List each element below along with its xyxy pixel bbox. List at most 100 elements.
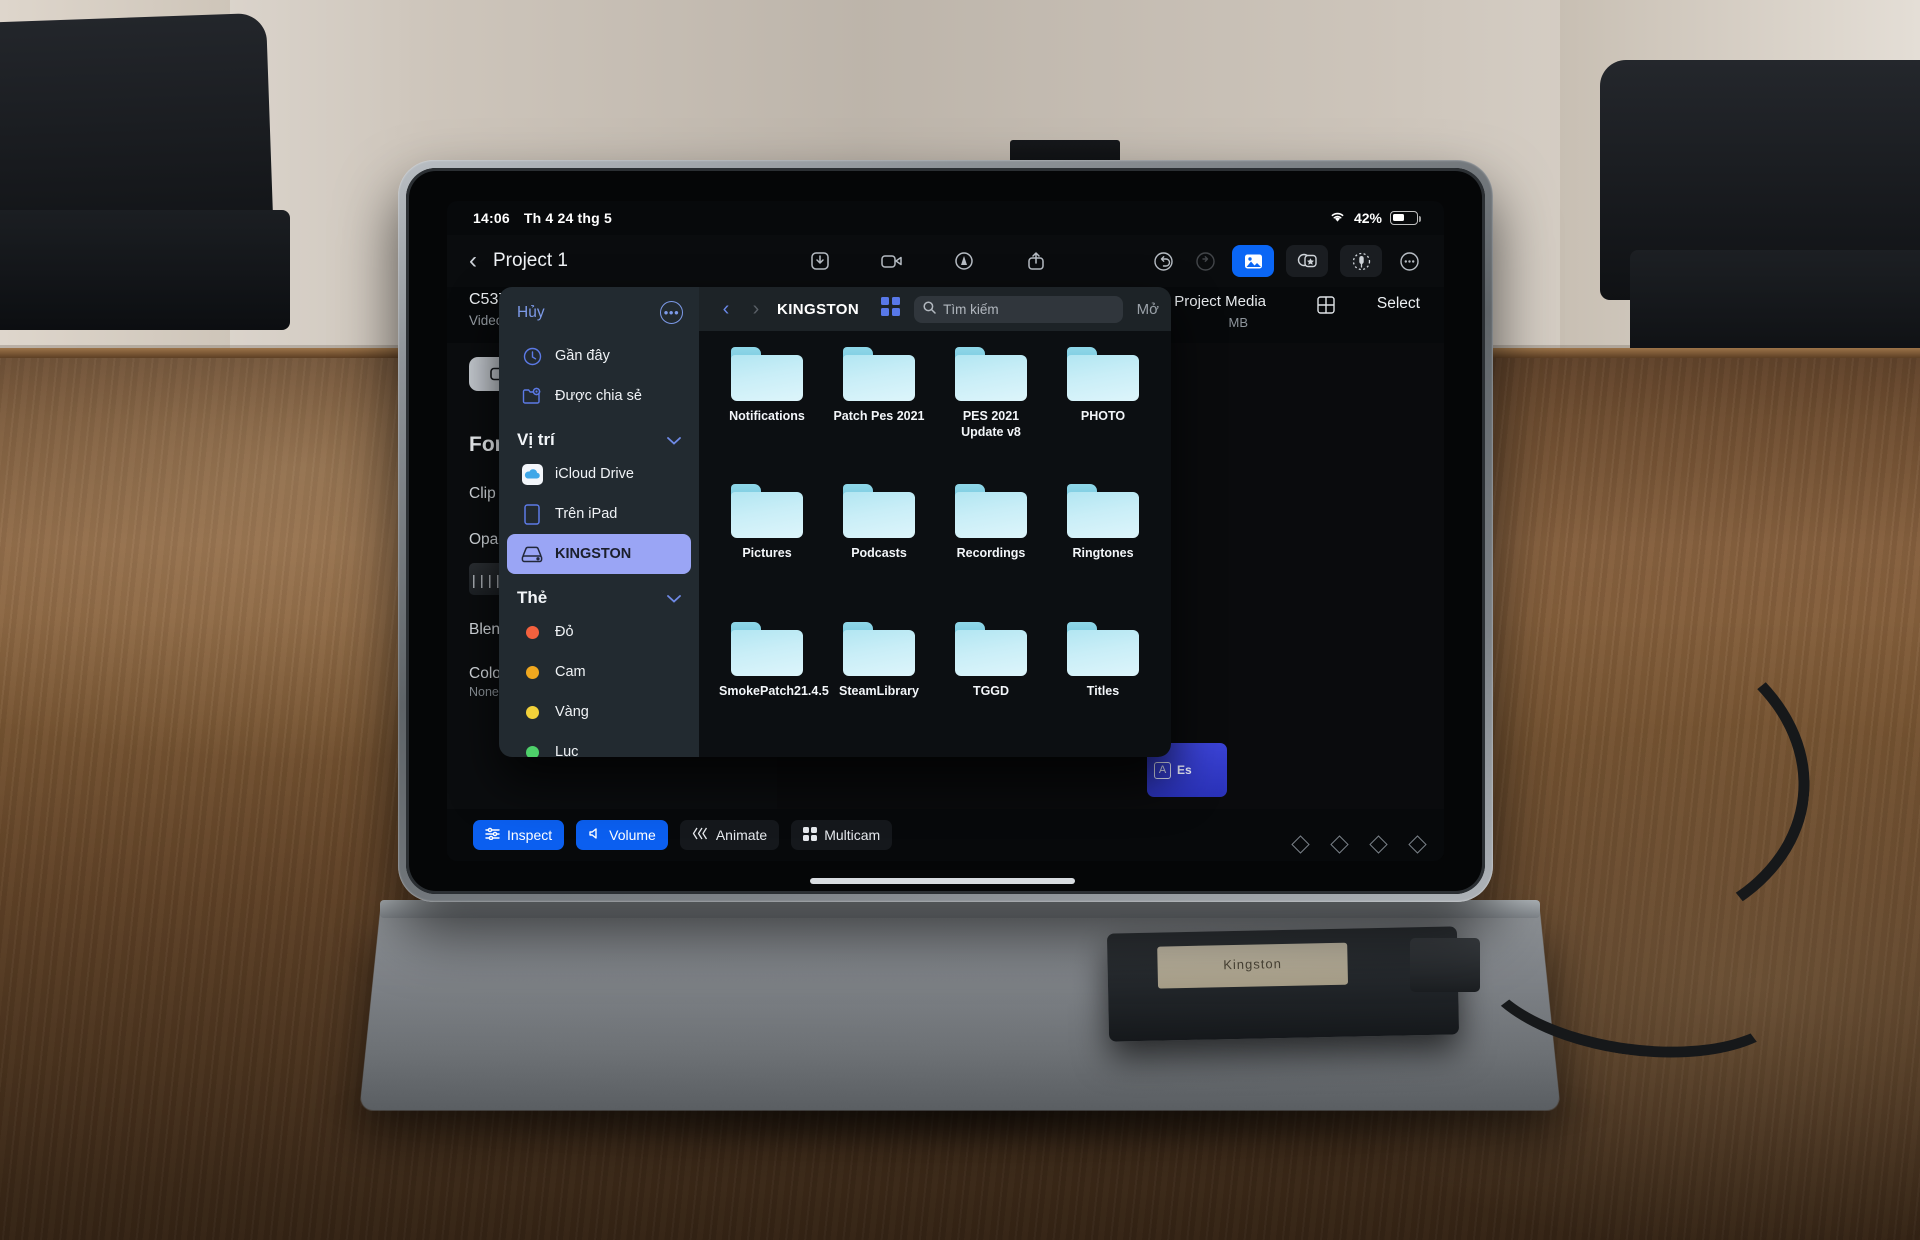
tag-item-red[interactable]: Đỏ	[507, 612, 691, 652]
ipad-screen: 14:06 Th 4 24 thg 5 42% ‹ Project 1 C537…	[447, 201, 1444, 861]
folder-icon	[1067, 484, 1139, 538]
photos-icon[interactable]	[1232, 245, 1274, 277]
folder-label: Notifications	[729, 409, 805, 425]
nav-forward-icon[interactable]: ›	[741, 298, 771, 321]
keyframe-marker[interactable]	[1369, 835, 1387, 853]
open-button[interactable]: Mở	[1137, 301, 1159, 318]
tags-heading: Thẻ	[517, 588, 547, 608]
sidebar-item-kingston[interactable]: KINGSTON	[507, 534, 691, 574]
more-icon[interactable]	[1394, 246, 1424, 276]
redo-icon[interactable]	[1190, 246, 1220, 276]
import-icon[interactable]	[805, 246, 835, 276]
files-picker-sheet: Hủy ••• Gần đây Được chia sẻ Vị trí iClo…	[499, 287, 1171, 757]
wifi-icon	[1329, 210, 1346, 226]
kingston-ssd: Kingston	[1107, 926, 1459, 1041]
sidebar-item-recents[interactable]: Gần đây	[507, 336, 691, 376]
battery-icon	[1390, 211, 1418, 225]
keyframe-marker[interactable]	[1330, 835, 1348, 853]
annotate-icon[interactable]	[949, 246, 979, 276]
audio-icon[interactable]	[1340, 245, 1382, 277]
folder-icon	[843, 347, 915, 401]
files-picker-navbar: ‹ › KINGSTON Tìm kiếm Mở	[699, 287, 1171, 331]
button-label: Inspect	[507, 827, 552, 843]
tags-section-header[interactable]: Thẻ	[499, 574, 699, 612]
tag-dot-icon	[521, 741, 543, 757]
folder-item[interactable]: Recordings	[935, 478, 1047, 615]
ssd-label-plate: Kingston	[1157, 943, 1348, 989]
chevron-down-icon[interactable]	[667, 433, 681, 448]
timeline-clip-label: Es	[1177, 763, 1192, 777]
grid-icon[interactable]	[1316, 295, 1336, 320]
keyframe-marker[interactable]	[1291, 835, 1309, 853]
keyframe-marker[interactable]	[1408, 835, 1426, 853]
tag-label: Cam	[555, 664, 586, 680]
grid4-icon	[803, 827, 817, 844]
inspect-button[interactable]: Inspect	[473, 820, 564, 850]
folder-item[interactable]: SteamLibrary	[823, 616, 935, 753]
folder-icon	[1067, 347, 1139, 401]
button-label: Volume	[609, 827, 656, 843]
share-icon[interactable]	[1021, 246, 1051, 276]
photo-scene: Kingston 14:06 Th 4 24 thg 5 42% ‹ Proje…	[0, 0, 1920, 1240]
folder-item[interactable]: SmokePatch21.4.5	[711, 616, 823, 753]
folder-item[interactable]: Titles	[1047, 616, 1159, 753]
nav-back-icon[interactable]: ‹	[711, 298, 741, 321]
back-icon[interactable]: ‹	[469, 249, 477, 273]
tag-item-green[interactable]: Lục	[507, 732, 691, 757]
timeline-keyframe-markers	[1294, 838, 1424, 851]
ssd-usb-plug	[1410, 938, 1480, 992]
tag-item-yellow[interactable]: Vàng	[507, 692, 691, 732]
search-icon	[923, 301, 936, 317]
keyframe-icon	[692, 827, 709, 843]
folder-label: TGGD	[973, 684, 1009, 700]
status-time: 14:06	[473, 210, 510, 226]
tag-item-orange[interactable]: Cam	[507, 652, 691, 692]
shared-folder-icon	[521, 385, 543, 407]
sidebar-item-on-ipad[interactable]: Trên iPad	[507, 494, 691, 534]
home-indicator[interactable]	[810, 878, 1075, 884]
sidebar-item-icloud-drive[interactable]: iCloud Drive	[507, 454, 691, 494]
folder-item[interactable]: Notifications	[711, 341, 823, 478]
more-circle-icon[interactable]: •••	[660, 301, 683, 324]
folder-label: SmokePatch21.4.5	[719, 684, 815, 700]
stickers-icon[interactable]	[1286, 245, 1328, 277]
cancel-button[interactable]: Hủy	[517, 304, 545, 322]
folder-item[interactable]: Pictures	[711, 478, 823, 615]
tag-label: Lục	[555, 744, 578, 757]
folder-label: Patch Pes 2021	[833, 409, 924, 425]
sidebar-item-shared[interactable]: Được chia sẻ	[507, 376, 691, 416]
multicam-button[interactable]: Multicam	[791, 820, 892, 850]
ipad-icon	[521, 503, 543, 525]
locations-section-header[interactable]: Vị trí	[499, 416, 699, 454]
grid-view-icon[interactable]	[881, 297, 900, 321]
battery-percent-label: 42%	[1354, 210, 1382, 226]
folder-item[interactable]: PES 2021 Update v8	[935, 341, 1047, 478]
search-input[interactable]: Tìm kiếm	[914, 296, 1123, 323]
video-camera-icon[interactable]	[877, 246, 907, 276]
page-title: Project 1	[493, 250, 568, 272]
folder-icon	[731, 622, 803, 676]
folder-icon	[843, 484, 915, 538]
tag-dot-icon	[521, 621, 543, 643]
folder-item[interactable]: Patch Pes 2021	[823, 341, 935, 478]
button-label: Animate	[716, 827, 767, 843]
folder-item[interactable]: TGGD	[935, 616, 1047, 753]
sidebar-item-label: KINGSTON	[555, 546, 631, 562]
ssd-brand-text: Kingston	[1157, 955, 1347, 974]
volume-button[interactable]: Volume	[576, 820, 668, 850]
undo-icon[interactable]	[1148, 246, 1178, 276]
status-date: Th 4 24 thg 5	[524, 210, 612, 226]
folder-item[interactable]: Podcasts	[823, 478, 935, 615]
chevron-down-icon[interactable]	[667, 591, 681, 606]
animate-button[interactable]: Animate	[680, 820, 779, 850]
folio-lip	[380, 900, 1540, 918]
select-button[interactable]: Select	[1377, 295, 1420, 313]
folder-item[interactable]: Ringtones	[1047, 478, 1159, 615]
sidebar-item-label: iCloud Drive	[555, 466, 634, 482]
folder-label: Podcasts	[851, 546, 907, 562]
sidebar-item-label: Được chia sẻ	[555, 388, 642, 404]
media-size-label: MB	[1229, 315, 1249, 330]
folder-item[interactable]: PHOTO	[1047, 341, 1159, 478]
battery-fill	[1393, 214, 1404, 221]
sliders-icon	[485, 827, 500, 843]
